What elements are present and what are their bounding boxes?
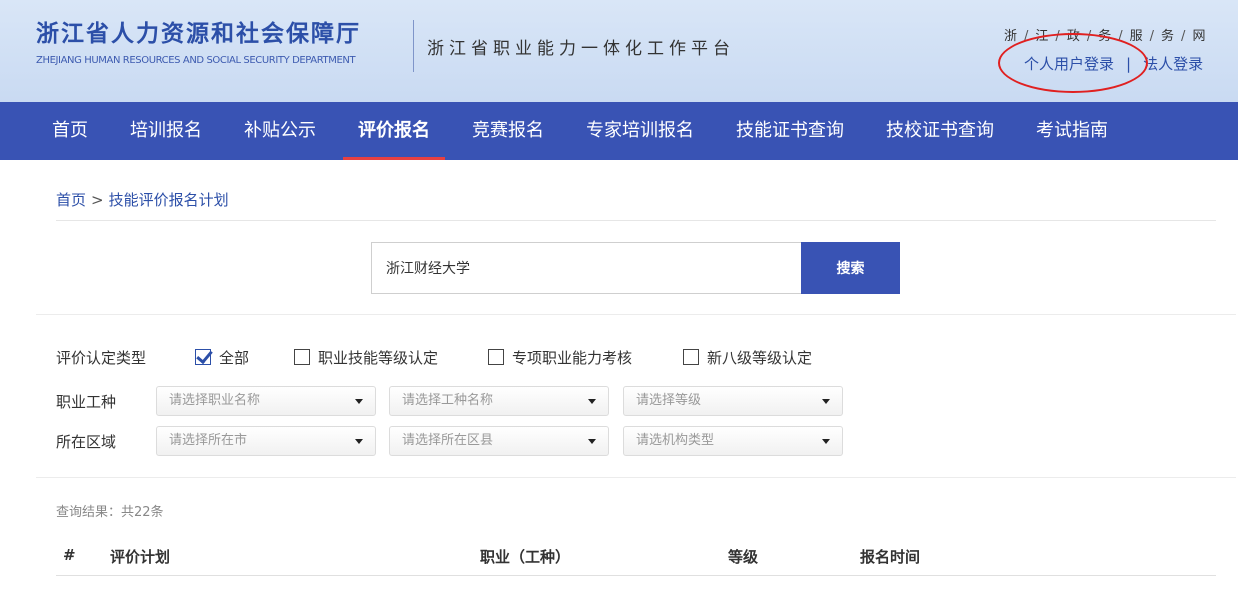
caret-down-icon [355, 439, 363, 444]
checkbox-new-eight-level[interactable]: 新八级等级认定 [683, 347, 812, 367]
search-input[interactable] [371, 242, 801, 294]
platform-title: 浙江省职业能力一体化工作平台 [427, 39, 735, 59]
nav-item-training[interactable]: 培训报名 [130, 102, 202, 160]
select-placeholder: 请选择职业名称 [169, 393, 261, 408]
caret-down-icon [355, 399, 363, 404]
nav-item-expert-training[interactable]: 专家培训报名 [586, 102, 694, 160]
checkbox-icon [683, 349, 699, 365]
nav-item-skill-cert[interactable]: 技能证书查询 [736, 102, 844, 160]
breadcrumb: 首页 > 技能评价报名计划 [56, 189, 229, 210]
select-org-type[interactable]: 请选机构类型 [623, 426, 843, 456]
checkbox-label: 职业技能等级认定 [318, 348, 439, 367]
checkbox-skill-level[interactable]: 职业技能等级认定 [294, 347, 438, 367]
nav-item-subsidy[interactable]: 补贴公示 [244, 102, 316, 160]
breadcrumb-separator: > [91, 191, 104, 209]
annotation-circle [998, 33, 1148, 93]
site-header: 浙江省人力资源和社会保障厅 ZHEJIANG HUMAN RESOURCES A… [0, 0, 1238, 102]
checkbox-icon [294, 349, 310, 365]
select-occupation-name[interactable]: 请选择职业名称 [156, 386, 376, 416]
checkbox-special-ability[interactable]: 专项职业能力考核 [488, 347, 632, 367]
filter-label-occupation: 职业工种 [56, 393, 117, 411]
select-work-type[interactable]: 请选择工种名称 [389, 386, 609, 416]
column-header-signup-time: 报名时间 [860, 548, 921, 566]
legal-login-link[interactable]: 法人登录 [1143, 55, 1203, 73]
caret-down-icon [822, 439, 830, 444]
breadcrumb-current[interactable]: 技能评价报名计划 [109, 191, 229, 209]
checkbox-label: 新八级等级认定 [707, 348, 813, 367]
search-button[interactable]: 搜索 [801, 242, 900, 294]
select-district[interactable]: 请选择所在区县 [389, 426, 609, 456]
filter-label-type: 评价认定类型 [56, 349, 147, 367]
gov-net-char: 网 [1192, 29, 1206, 44]
divider [36, 314, 1236, 315]
nav-item-school-cert[interactable]: 技校证书查询 [886, 102, 994, 160]
breadcrumb-home[interactable]: 首页 [56, 191, 86, 209]
column-header-plan: 评价计划 [110, 548, 171, 566]
column-header-index: # [63, 546, 76, 564]
logo-title-cn[interactable]: 浙江省人力资源和社会保障厅 [36, 14, 361, 48]
select-placeholder: 请选择所在区县 [402, 433, 494, 448]
gov-net-char: 务 [1161, 29, 1175, 44]
checkbox-icon [488, 349, 504, 365]
caret-down-icon [588, 399, 596, 404]
checkbox-checked-icon [195, 349, 211, 365]
gov-net-char: 浙 [1004, 29, 1018, 44]
select-placeholder: 请选择等级 [636, 393, 702, 408]
column-header-occupation: 职业（工种） [480, 548, 571, 566]
nav-item-competition[interactable]: 竞赛报名 [472, 102, 544, 160]
checkbox-label: 专项职业能力考核 [512, 348, 633, 367]
nav-item-evaluation[interactable]: 评价报名 [343, 102, 445, 160]
select-level[interactable]: 请选择等级 [623, 386, 843, 416]
filter-label-region: 所在区域 [56, 433, 117, 451]
table-header-divider [56, 575, 1216, 576]
checkbox-label: 全部 [219, 348, 250, 367]
divider [56, 220, 1216, 221]
select-city[interactable]: 请选择所在市 [156, 426, 376, 456]
select-placeholder: 请选机构类型 [636, 433, 715, 448]
column-header-level: 等级 [728, 548, 759, 566]
nav-item-home[interactable]: 首页 [52, 102, 88, 160]
logo-divider [413, 20, 414, 72]
select-placeholder: 请选择所在市 [169, 433, 248, 448]
logo-title-en: ZHEJIANG HUMAN RESOURCES AND SOCIAL SECU… [36, 55, 356, 66]
divider [36, 477, 1236, 478]
select-placeholder: 请选择工种名称 [402, 393, 494, 408]
caret-down-icon [822, 399, 830, 404]
caret-down-icon [588, 439, 596, 444]
result-count: 查询结果：共22条 [56, 505, 164, 520]
checkbox-all[interactable]: 全部 [195, 347, 249, 367]
gov-net-char: 服 [1129, 29, 1143, 44]
main-nav: 首页 培训报名 补贴公示 评价报名 竞赛报名 专家培训报名 技能证书查询 技校证… [0, 102, 1238, 160]
nav-item-exam-guide[interactable]: 考试指南 [1036, 102, 1108, 160]
